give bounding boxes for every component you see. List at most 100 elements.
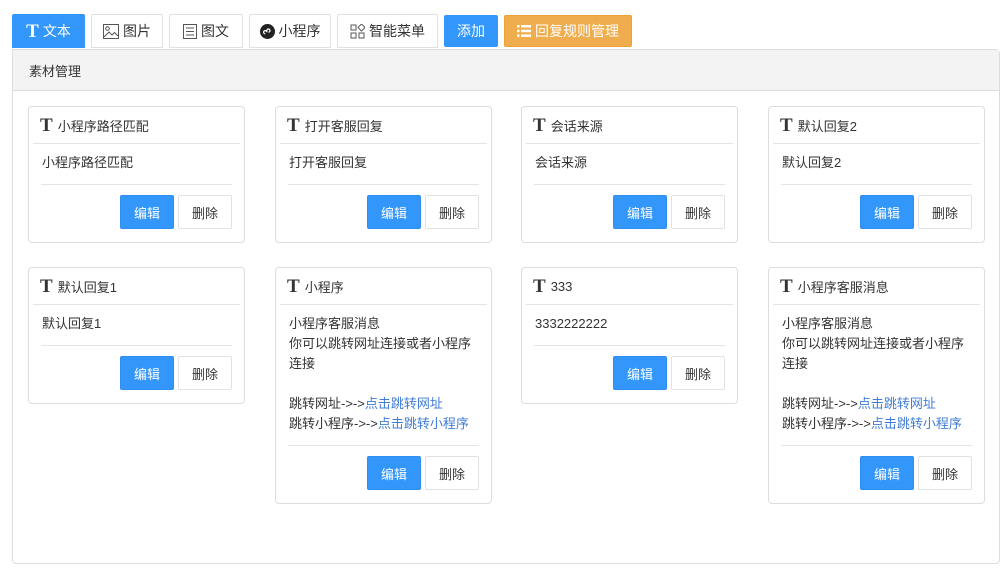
card-content-line: 跳转小程序->->点击跳转小程序	[289, 414, 478, 434]
card-content-text: 默认回复1	[42, 316, 102, 331]
edit-button[interactable]: 编辑	[860, 195, 914, 229]
delete-button[interactable]: 删除	[918, 456, 972, 490]
text-t-icon: T	[287, 114, 300, 136]
card-content-line: 默认回复2	[782, 153, 971, 173]
delete-button[interactable]: 删除	[178, 195, 232, 229]
card-actions: 编辑 删除	[288, 445, 479, 503]
card-content-text: 小程序客服消息	[289, 316, 381, 331]
card-actions: 编辑 删除	[534, 345, 725, 403]
tab-miniprogram[interactable]: 小程序	[249, 14, 331, 48]
card-content-line: 你可以跳转网址连接或者小程序连接	[782, 334, 971, 374]
reply-rules-label: 回复规则管理	[535, 23, 619, 39]
list-icon	[517, 25, 531, 37]
card-actions: 编辑 删除	[41, 184, 232, 242]
material-card: T 默认回复2 默认回复2 编辑 删除	[768, 106, 985, 243]
card-header: T 333	[526, 268, 733, 305]
edit-button[interactable]: 编辑	[613, 195, 667, 229]
tab-article[interactable]: 图文	[169, 14, 243, 48]
material-type-tabs: T 文本 图片 图文 小程序 智能菜单 添加 回复规则管理	[12, 14, 632, 48]
card-actions: 编辑 删除	[288, 184, 479, 242]
add-button-label: 添加	[457, 23, 485, 39]
card-header: T 小程序路径匹配	[33, 107, 240, 144]
card-content-text: 你可以跳转网址连接或者小程序连接	[782, 336, 965, 371]
tab-label: 文本	[42, 23, 71, 39]
tab-text[interactable]: T 文本	[12, 14, 85, 48]
card-body: 打开客服回复	[276, 144, 491, 184]
card-header: T 打开客服回复	[280, 107, 487, 144]
text-t-icon: T	[40, 275, 53, 297]
delete-button[interactable]: 删除	[918, 195, 972, 229]
card-header: T 默认回复1	[33, 268, 240, 305]
delete-button[interactable]: 删除	[671, 356, 725, 390]
delete-button[interactable]: 删除	[178, 356, 232, 390]
image-icon	[103, 23, 119, 39]
card-actions: 编辑 删除	[41, 345, 232, 403]
delete-button[interactable]: 删除	[425, 195, 479, 229]
card-content-line	[782, 374, 971, 394]
delete-button[interactable]: 删除	[425, 456, 479, 490]
card-content-link[interactable]: 点击跳转网址	[365, 396, 443, 411]
card-actions: 编辑 删除	[781, 184, 972, 242]
card-content-link[interactable]: 点击跳转小程序	[378, 416, 469, 431]
card-content-text: 跳转网址->->	[782, 396, 858, 411]
tab-label: 图文	[201, 23, 229, 39]
card-content-line: 小程序路径匹配	[42, 153, 231, 173]
tab-label: 图片	[123, 23, 151, 39]
card-content-text: 跳转小程序->->	[782, 416, 871, 431]
card-content-link[interactable]: 点击跳转小程序	[871, 416, 962, 431]
card-title: 会话来源	[550, 118, 603, 134]
panel-header: 素材管理	[13, 50, 999, 91]
card-body: 小程序客服消息 你可以跳转网址连接或者小程序连接 跳转网址->->点击跳转网址 跳转小…	[276, 305, 491, 445]
material-card: T 打开客服回复 打开客服回复 编辑 删除	[275, 106, 492, 243]
card-body: 默认回复1	[29, 305, 244, 345]
text-t-icon: T	[780, 114, 793, 136]
card-content-line: 跳转网址->->点击跳转网址	[289, 394, 478, 414]
card-title: 333	[550, 278, 573, 294]
grid-menu-icon	[350, 23, 365, 39]
card-header: T 默认回复2	[773, 107, 980, 144]
edit-button[interactable]: 编辑	[367, 456, 421, 490]
card-content-line: 跳转小程序->->点击跳转小程序	[782, 414, 971, 434]
card-content-line: 会话来源	[535, 153, 724, 173]
edit-button[interactable]: 编辑	[120, 356, 174, 390]
card-header: T 小程序客服消息	[773, 268, 980, 305]
card-content-line: 3332222222	[535, 314, 724, 334]
card-content-link[interactable]: 点击跳转网址	[858, 396, 936, 411]
article-icon	[183, 23, 197, 39]
card-header: T 会话来源	[526, 107, 733, 144]
tab-smart-menu[interactable]: 智能菜单	[337, 14, 438, 48]
card-content-line: 小程序客服消息	[289, 314, 478, 334]
reply-rules-button[interactable]: 回复规则管理	[504, 15, 632, 47]
card-title: 小程序路径匹配	[57, 118, 149, 134]
tab-label: 小程序	[278, 23, 321, 39]
card-body: 小程序客服消息 你可以跳转网址连接或者小程序连接 跳转网址->->点击跳转网址 跳转小…	[769, 305, 984, 445]
card-content-line: 你可以跳转网址连接或者小程序连接	[289, 334, 478, 374]
material-card: T 默认回复1 默认回复1 编辑 删除	[28, 267, 245, 404]
material-card: T 会话来源 会话来源 编辑 删除	[521, 106, 738, 243]
material-card: T 小程序小程序客服消息你可以跳转网址连接或者小程序连接跳转网址->->点击跳转网…	[275, 267, 492, 504]
add-button[interactable]: 添加	[444, 15, 498, 47]
edit-button[interactable]: 编辑	[120, 195, 174, 229]
card-title: 打开客服回复	[304, 118, 383, 134]
panel-title: 素材管理	[29, 63, 82, 79]
text-t-icon: T	[40, 114, 53, 136]
delete-button[interactable]: 删除	[671, 195, 725, 229]
material-card: T 小程序路径匹配 小程序路径匹配 编辑 删除	[28, 106, 245, 243]
miniprogram-icon	[259, 23, 275, 39]
card-title: 默认回复2	[797, 118, 857, 134]
card-header: T 小程序	[280, 268, 487, 305]
edit-button[interactable]: 编辑	[860, 456, 914, 490]
card-content-text: 跳转小程序->->	[289, 416, 378, 431]
text-t-icon: T	[533, 275, 546, 297]
card-actions: 编辑 删除	[781, 445, 972, 503]
material-card: T 333 3332222222 编辑 删除	[521, 267, 738, 404]
card-content-line	[289, 374, 478, 394]
card-content-text: 跳转网址->->	[289, 396, 365, 411]
text-t-icon: T	[533, 114, 546, 136]
edit-button[interactable]: 编辑	[613, 356, 667, 390]
edit-button[interactable]: 编辑	[367, 195, 421, 229]
card-content-text: 默认回复2	[782, 155, 842, 170]
card-body: 3332222222	[522, 305, 737, 345]
tab-image[interactable]: 图片	[91, 14, 163, 48]
card-content-text: 3332222222	[535, 316, 608, 331]
